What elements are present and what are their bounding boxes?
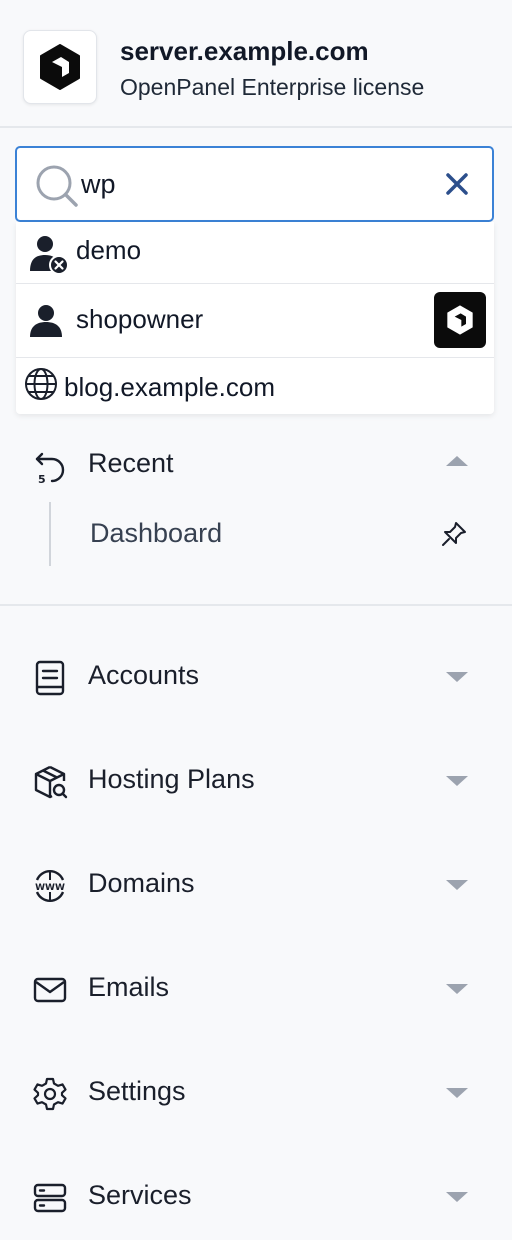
- openpanel-logo-icon: [40, 44, 80, 90]
- nav-label: Emails: [88, 972, 170, 1002]
- server-name: server.example.com: [120, 36, 369, 66]
- search-result-label: blog.example.com: [64, 372, 275, 402]
- nav-item-recent[interactable]: 5 Recent: [0, 434, 512, 494]
- nav-item-domains[interactable]: WWW Domains: [0, 854, 512, 914]
- recent-tree-line: [49, 502, 51, 566]
- search-result-demo[interactable]: demo: [16, 222, 494, 284]
- license-label: OpenPanel Enterprise license: [120, 74, 425, 100]
- history-icon: 5: [35, 452, 65, 484]
- nav-item-hosting-plans[interactable]: Hosting Plans: [0, 750, 512, 810]
- recent-section: 5 Recent Dashboard: [0, 420, 512, 606]
- search-result-label: shopowner: [76, 304, 204, 334]
- mail-icon: [33, 977, 67, 1003]
- address-book-icon: [35, 660, 65, 696]
- openpanel-logo-icon: [447, 305, 473, 335]
- search-result-shopowner[interactable]: shopowner: [16, 284, 494, 358]
- globe-icon: [25, 368, 57, 400]
- recent-item-dashboard[interactable]: Dashboard: [90, 518, 222, 549]
- chevron-down-icon: [446, 1088, 468, 1098]
- nav-item-emails[interactable]: Emails: [0, 958, 512, 1018]
- nav-label: Services: [88, 1180, 192, 1210]
- search-results: demo shopowner blog.example.com: [16, 222, 494, 414]
- nav-item-accounts[interactable]: Accounts: [0, 646, 512, 706]
- package-search-icon: [34, 765, 68, 799]
- search-result-label: demo: [76, 235, 142, 265]
- nav-label: Settings: [88, 1076, 186, 1106]
- server-icon: [33, 1183, 67, 1213]
- user-icon: [30, 305, 62, 337]
- nav-label: Domains: [88, 868, 195, 898]
- chevron-down-icon: [446, 672, 468, 682]
- svg-text:5: 5: [38, 473, 46, 484]
- search-box[interactable]: [15, 146, 494, 222]
- sidebar-header: server.example.com OpenPanel Enterprise …: [0, 0, 512, 128]
- search-input[interactable]: [81, 160, 421, 208]
- nav-label: Recent: [88, 448, 174, 478]
- nav-label: Hosting Plans: [88, 764, 255, 794]
- www-icon: WWW: [35, 870, 65, 902]
- chevron-down-icon: [446, 776, 468, 786]
- pin-icon[interactable]: [440, 520, 468, 548]
- search-result-blog-example-com[interactable]: blog.example.com: [16, 358, 494, 414]
- chevron-up-icon: [446, 456, 468, 466]
- chevron-down-icon: [446, 1192, 468, 1202]
- svg-text:WWW: WWW: [35, 883, 65, 893]
- openpanel-badge: [434, 292, 486, 348]
- nav-item-settings[interactable]: Settings: [0, 1062, 512, 1122]
- gear-icon: [33, 1077, 67, 1111]
- search-icon: [36, 165, 78, 207]
- close-icon[interactable]: [443, 170, 471, 198]
- nav-item-services[interactable]: Services: [0, 1166, 512, 1226]
- chevron-down-icon: [446, 984, 468, 994]
- user-suspended-icon: [30, 236, 69, 275]
- chevron-down-icon: [446, 880, 468, 890]
- server-logo[interactable]: [23, 30, 97, 104]
- nav-label: Accounts: [88, 660, 200, 690]
